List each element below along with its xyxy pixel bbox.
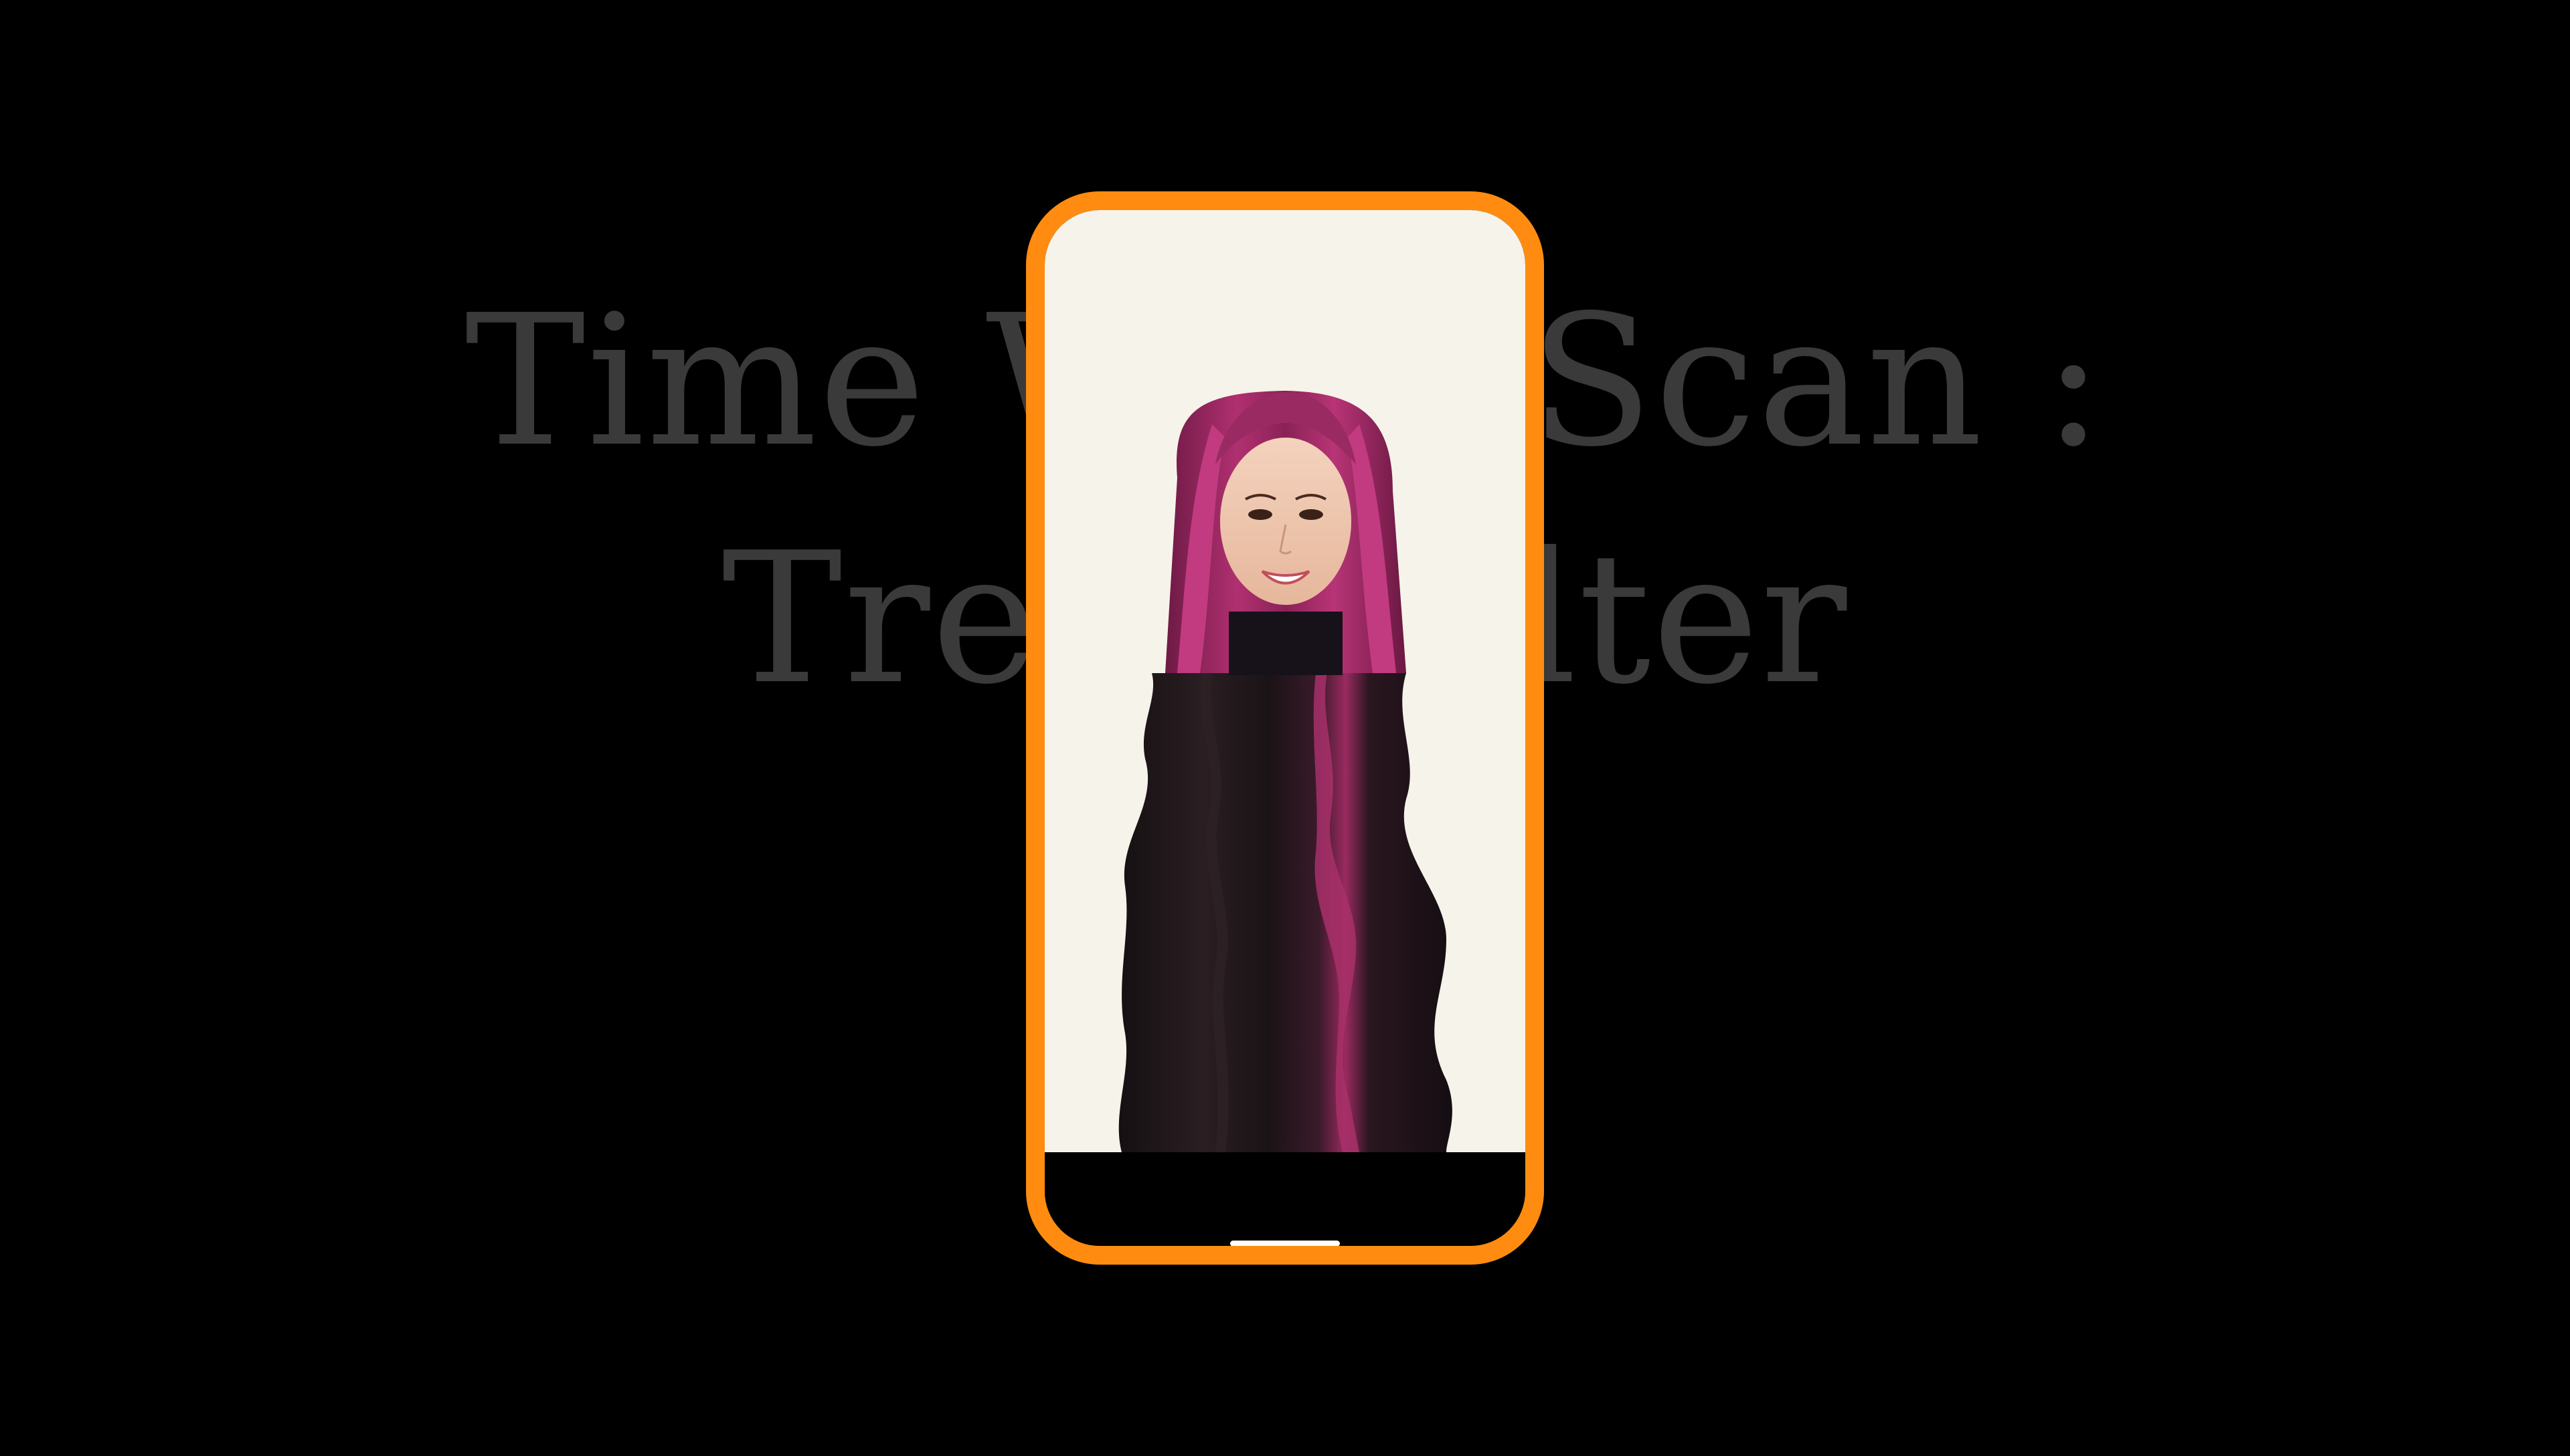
- warp-stretch: [1118, 673, 1452, 1152]
- left-eye: [1248, 509, 1272, 520]
- stage: Time Warp Scan : Trend Filter: [0, 0, 2570, 1456]
- phone-frame: [1026, 191, 1544, 1265]
- right-eye: [1299, 509, 1323, 520]
- phone-screen: [1045, 210, 1525, 1152]
- home-bar-area: [1045, 1152, 1525, 1246]
- time-warp-portrait: [1118, 391, 1452, 1152]
- home-indicator-icon[interactable]: [1230, 1241, 1340, 1246]
- turtleneck: [1229, 612, 1343, 675]
